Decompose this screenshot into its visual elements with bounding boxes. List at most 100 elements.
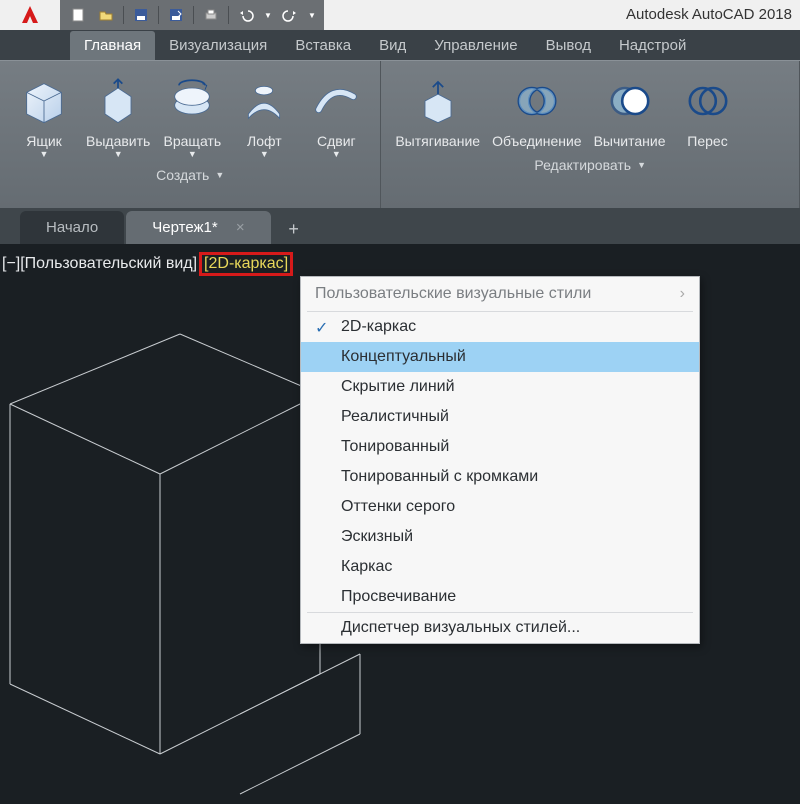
chevron-down-icon: ▼: [637, 160, 646, 170]
subtract-icon: [600, 71, 660, 131]
menu-item-label: Реалистичный: [341, 408, 449, 425]
ribbon: Ящик ▼ Выдавить ▼ Вращать ▼: [0, 60, 800, 208]
menu-item-styles-manager[interactable]: Диспетчер визуальных стилей...: [301, 613, 699, 643]
document-tab-start[interactable]: Начало: [20, 211, 124, 244]
qat-redo-icon[interactable]: [278, 3, 302, 27]
document-tab-start-label: Начало: [46, 219, 98, 236]
document-tab-strip: Начало Чертеж1* × +: [0, 208, 800, 244]
viewport-style-bracket-close: ]: [284, 255, 288, 272]
qat-separator: [158, 6, 159, 24]
window-title: Autodesk AutoCAD 2018: [324, 0, 800, 30]
menu-item-shaded[interactable]: Тонированный: [301, 432, 699, 462]
menu-item-conceptual[interactable]: Концептуальный: [301, 342, 699, 372]
qat-separator: [193, 6, 194, 24]
qat-open-icon[interactable]: [94, 3, 118, 27]
ribbon-tab-insert[interactable]: Вставка: [281, 31, 365, 60]
menu-item-label: Тонированный с кромками: [341, 468, 538, 485]
box-label: Ящик: [26, 133, 62, 149]
ribbon-tab-view[interactable]: Вид: [365, 31, 420, 60]
sweep-button[interactable]: Сдвиг ▼: [300, 67, 372, 163]
sweep-label: Сдвиг: [317, 133, 356, 149]
close-icon[interactable]: ×: [236, 219, 245, 236]
ribbon-tab-output[interactable]: Вывод: [532, 31, 605, 60]
chevron-down-icon: ▼: [40, 149, 49, 159]
sweep-icon: [306, 71, 366, 131]
extrude-label: Выдавить: [86, 133, 150, 149]
visual-styles-menu: Пользовательские визуальные стили › ✓ 2D…: [300, 276, 700, 644]
app-menu-button[interactable]: [0, 0, 60, 30]
revolve-icon: [162, 71, 222, 131]
qat-new-icon[interactable]: [66, 3, 90, 27]
menu-item-label: Тонированный: [341, 438, 449, 455]
menu-item-label: Скрытие линий: [341, 378, 455, 395]
group-title-create-label: Создать: [156, 167, 209, 183]
document-tab-drawing1-label: Чертеж1*: [152, 219, 217, 236]
qat-separator: [228, 6, 229, 24]
ribbon-tab-visualization[interactable]: Визуализация: [155, 31, 281, 60]
document-tab-drawing1[interactable]: Чертеж1* ×: [126, 211, 270, 244]
intersect-button[interactable]: Перес: [672, 67, 744, 153]
new-tab-button[interactable]: +: [279, 214, 309, 244]
menu-item-hidden[interactable]: Скрытие линий: [301, 372, 699, 402]
extrude-button[interactable]: Выдавить ▼: [80, 67, 156, 163]
ribbon-group-create: Ящик ▼ Выдавить ▼ Вращать ▼: [0, 61, 381, 208]
chevron-down-icon: ▼: [215, 170, 224, 180]
qat-saveas-icon[interactable]: [164, 3, 188, 27]
menu-item-xray[interactable]: Просвечивание: [301, 582, 699, 612]
ribbon-tab-strip: Главная Визуализация Вставка Вид Управле…: [0, 30, 800, 60]
loft-button[interactable]: Лофт ▼: [228, 67, 300, 163]
menu-item-realistic[interactable]: Реалистичный: [301, 402, 699, 432]
union-button[interactable]: Объединение: [486, 67, 588, 153]
menu-item-shaded-edges[interactable]: Тонированный с кромками: [301, 462, 699, 492]
ribbon-group-edit: Вытягивание Объединение Вычитание Перес: [381, 61, 800, 208]
menu-item-label: Оттенки серого: [341, 498, 455, 515]
presspull-button[interactable]: Вытягивание: [389, 67, 486, 153]
viewport-style-control[interactable]: [2D-каркас]: [199, 252, 293, 276]
quick-access-toolbar: ▼ ▼: [60, 0, 324, 30]
title-bar: ▼ ▼ Autodesk AutoCAD 2018: [0, 0, 800, 30]
qat-redo-dropdown-icon[interactable]: ▼: [306, 3, 318, 27]
qat-undo-icon[interactable]: [234, 3, 258, 27]
menu-item-2d-wireframe[interactable]: ✓ 2D-каркас: [301, 312, 699, 342]
ribbon-tab-addins[interactable]: Надстрой: [605, 31, 700, 60]
menu-item-label: Диспетчер визуальных стилей...: [341, 619, 580, 636]
viewport-controls[interactable]: [−] [Пользовательский вид] [2D-каркас]: [2, 252, 293, 276]
ribbon-tab-home[interactable]: Главная: [70, 31, 155, 60]
group-title-edit-label: Редактировать: [534, 157, 631, 173]
chevron-right-icon: ›: [680, 285, 685, 303]
menu-header-custom-styles[interactable]: Пользовательские визуальные стили ›: [301, 277, 699, 311]
box-button[interactable]: Ящик ▼: [8, 67, 80, 163]
group-title-edit[interactable]: Редактировать ▼: [381, 155, 799, 179]
qat-save-icon[interactable]: [129, 3, 153, 27]
menu-item-label: Эскизный: [341, 528, 413, 545]
loft-label: Лофт: [247, 133, 282, 149]
chevron-down-icon: ▼: [114, 149, 123, 159]
box-icon: [14, 71, 74, 131]
menu-item-wireframe[interactable]: Каркас: [301, 552, 699, 582]
revolve-button[interactable]: Вращать ▼: [156, 67, 228, 163]
viewport-view-label[interactable]: [Пользовательский вид]: [20, 255, 197, 273]
group-title-create[interactable]: Создать ▼: [0, 165, 380, 189]
menu-item-label: Концептуальный: [341, 348, 466, 365]
check-icon: ✓: [315, 318, 328, 338]
chevron-down-icon: ▼: [260, 149, 269, 159]
menu-item-label: Каркас: [341, 558, 392, 575]
intersect-icon: [678, 71, 738, 131]
qat-print-icon[interactable]: [199, 3, 223, 27]
viewport-minimize[interactable]: [−]: [2, 255, 20, 273]
subtract-button[interactable]: Вычитание: [588, 67, 672, 153]
viewport-style-label: 2D-каркас: [209, 255, 284, 272]
menu-item-sketchy[interactable]: Эскизный: [301, 522, 699, 552]
menu-item-label: 2D-каркас: [341, 318, 416, 335]
extrude-icon: [88, 71, 148, 131]
ribbon-tab-manage[interactable]: Управление: [420, 31, 531, 60]
model-viewport[interactable]: [−] [Пользовательский вид] [2D-каркас] П…: [0, 244, 800, 768]
subtract-label: Вычитание: [594, 133, 666, 149]
revolve-label: Вращать: [164, 133, 222, 149]
menu-item-grayscale[interactable]: Оттенки серого: [301, 492, 699, 522]
menu-item-label: Просвечивание: [341, 588, 456, 605]
qat-undo-dropdown-icon[interactable]: ▼: [262, 3, 274, 27]
union-label: Объединение: [492, 133, 582, 149]
intersect-label: Перес: [687, 133, 727, 149]
qat-separator: [123, 6, 124, 24]
